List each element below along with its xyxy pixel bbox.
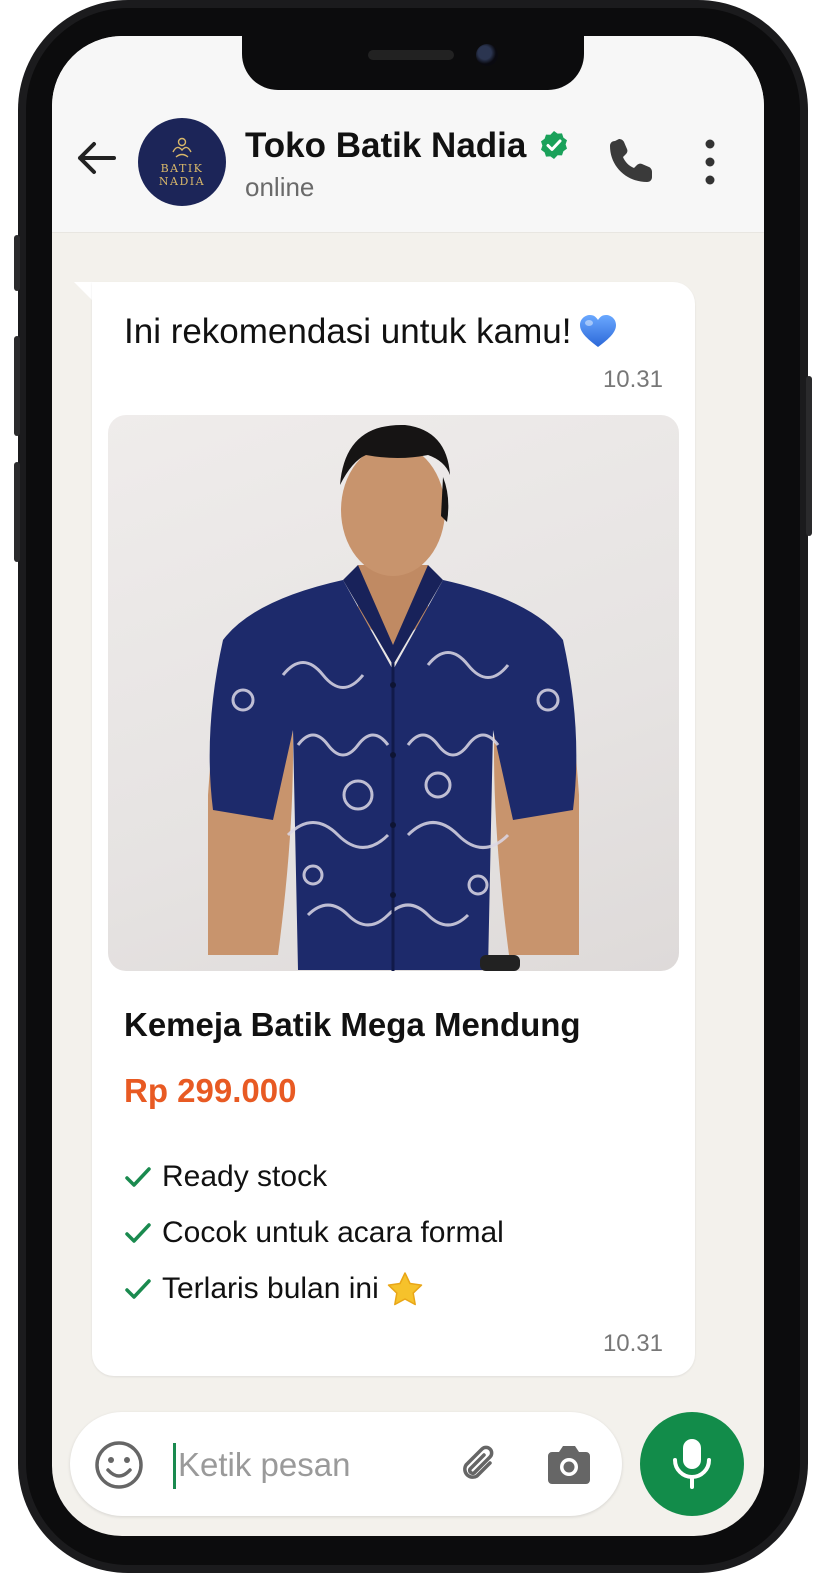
message-text: Ini rekomendasi untuk kamu! (124, 312, 617, 352)
message-bubble: Ini rekomendasi untuk kamu! 10.31 Kemeja… (92, 282, 695, 1376)
mic-button[interactable] (640, 1412, 744, 1516)
avatar-brand-line1: BATIK (160, 162, 204, 175)
more-options-icon[interactable] (698, 138, 722, 186)
message-input-bar (70, 1412, 622, 1516)
feature-text: Ready stock (162, 1160, 328, 1193)
check-icon (125, 1279, 151, 1299)
blue-heart-icon (580, 315, 617, 347)
contact-name[interactable]: Toko Batik Nadia (245, 126, 526, 166)
notch (242, 36, 584, 90)
feature-item: Terlaris bulan ini (124, 1272, 423, 1306)
star-icon (387, 1272, 423, 1306)
feature-item: Ready stock (124, 1160, 327, 1194)
product-photo-shirt (208, 424, 579, 971)
product-price: Rp 299.000 (124, 1072, 297, 1109)
message-input[interactable] (176, 1434, 450, 1496)
message-time: 10.31 (602, 1330, 663, 1357)
product-image[interactable] (108, 415, 679, 971)
avatar[interactable]: BATIK NADIA (138, 118, 226, 206)
contact-status: online (245, 172, 315, 202)
product-title: Kemeja Batik Mega Mendung (124, 1006, 581, 1043)
chat-screen: BATIK NADIA Toko Batik Nadia online Ini … (52, 36, 764, 1536)
verified-badge-icon (541, 131, 567, 159)
emoji-icon[interactable] (94, 1440, 144, 1490)
avatar-brand-line2: NADIA (158, 175, 206, 188)
batik-logo-icon (172, 137, 192, 158)
message-time: 10.31 (602, 366, 663, 393)
check-icon (125, 1167, 151, 1187)
attach-icon[interactable] (456, 1441, 504, 1489)
feature-text: Terlaris bulan ini (162, 1272, 379, 1305)
feature-text: Cocok untuk acara formal (162, 1216, 504, 1249)
feature-item: Cocok untuk acara formal (124, 1216, 504, 1250)
back-arrow-icon[interactable] (74, 136, 118, 180)
check-icon (125, 1223, 151, 1243)
phone-call-icon[interactable] (606, 134, 658, 186)
message-text-content: Ini rekomendasi untuk kamu! (124, 312, 572, 351)
mic-icon (673, 1439, 711, 1489)
camera-icon[interactable] (544, 1442, 594, 1488)
front-camera (476, 44, 498, 66)
